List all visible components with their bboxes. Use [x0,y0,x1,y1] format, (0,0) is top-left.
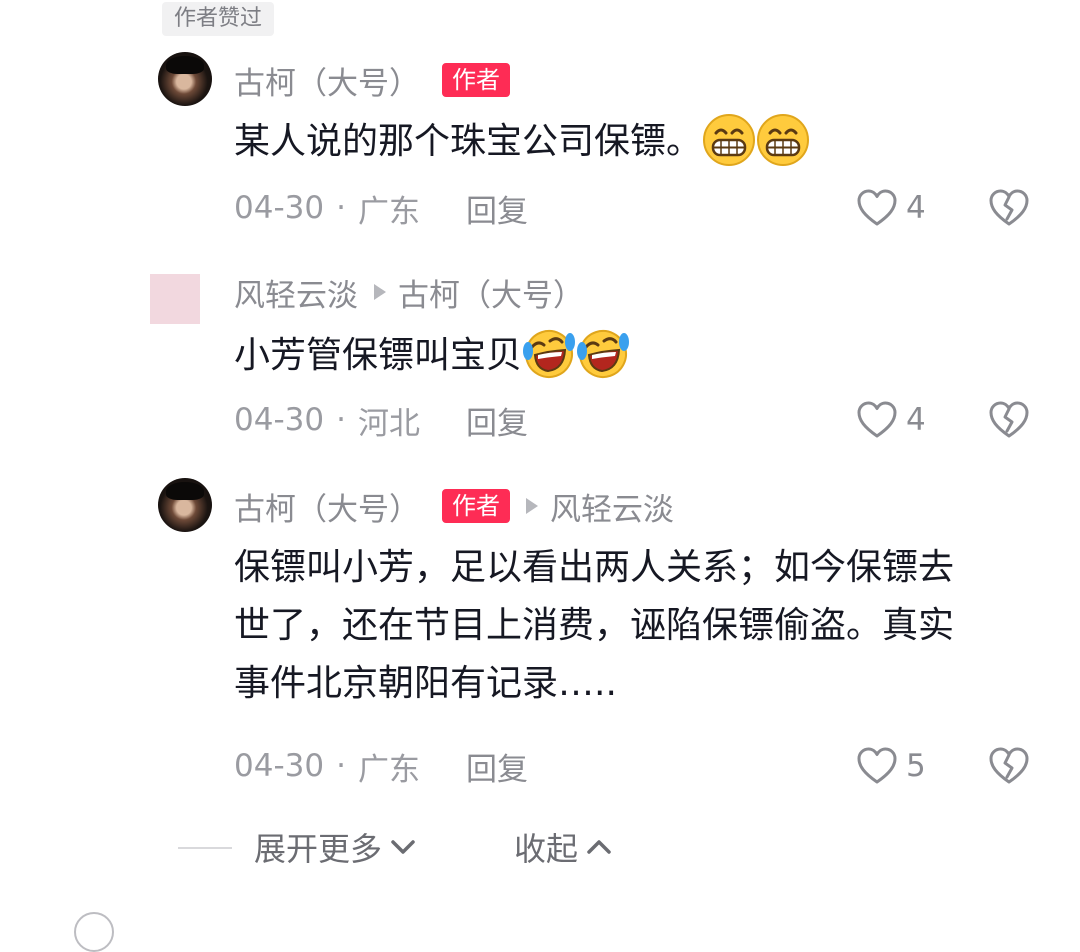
like-count: 4 [906,190,926,226]
avatar[interactable] [150,274,200,324]
comment-footer: 04-30 · 河北 回复 [234,398,528,442]
broken-heart-icon [989,189,1029,226]
author-badge: 作者 [442,63,510,97]
next-comment-avatar[interactable] [74,912,114,952]
laugh-cry-emoji-icon [523,330,576,378]
divider [178,847,232,849]
comment-text: 某人说的那个珠宝公司保镖。 [234,114,1024,170]
avatar[interactable] [158,478,212,532]
reply-button[interactable]: 回复 [466,398,528,443]
comment-footer: 04-30 · 广东 回复 [234,186,528,230]
separator: · [336,748,346,784]
collapse-label: 收起 [514,830,579,868]
broken-heart-icon [989,747,1029,784]
author-liked-tag: 作者赞过 [162,2,275,36]
like-count: 4 [906,402,926,438]
like-button[interactable]: 5 [856,744,926,788]
reply-button[interactable]: 回复 [466,186,528,231]
comment-header: 古柯（大号） 作者 [234,58,510,102]
like-count: 5 [906,748,926,784]
chevron-up-icon [587,840,611,854]
comment-line: 世了，还在节目上消费，诬陷保镖偷盗。真实 [234,605,955,646]
replies-control-row: 展开更多 收起 [0,822,1080,872]
comment-line: 事件北京朝阳有记录….. [234,663,617,704]
comment-text: 保镖叫小芳，足以看出两人关系；如今保镖去 世了，还在节目上消费，诬陷保镖偷盗。真… [234,540,1024,714]
comment-footer: 04-30 · 广东 回复 [234,744,528,788]
comment-body: 某人说的那个珠宝公司保镖。 [234,121,703,162]
heart-icon [857,401,897,438]
username[interactable]: 古柯（大号） [234,484,420,529]
dislike-button[interactable] [988,398,1030,442]
dislike-button[interactable] [988,744,1030,788]
username[interactable]: 风轻云淡 [234,270,358,315]
comment-location: 河北 [357,405,420,442]
avatar[interactable] [158,52,212,106]
heart-icon [857,747,897,784]
reply-button[interactable]: 回复 [466,744,528,789]
broken-heart-icon [989,401,1029,438]
separator: · [336,402,346,438]
reply-arrow-icon [526,498,538,514]
chevron-down-icon [391,840,415,854]
comment-text: 小芳管保镖叫宝贝 [234,328,1024,384]
expand-more-button[interactable]: 展开更多 [254,822,418,872]
comment-header: 古柯（大号） 作者 风轻云淡 [234,484,674,528]
reply-to-username[interactable]: 风轻云淡 [550,484,674,529]
username[interactable]: 古柯（大号） [234,58,420,103]
dislike-button[interactable] [988,186,1030,230]
expand-label: 展开更多 [254,830,383,868]
separator: · [336,190,346,226]
reply-arrow-icon [374,284,386,300]
comment-body: 小芳管保镖叫宝贝 [234,335,523,376]
comment-line: 保镖叫小芳，足以看出两人关系；如今保镖去 [234,547,955,588]
collapse-button[interactable]: 收起 [514,822,614,872]
comment-date: 04-30 [234,748,325,784]
author-badge: 作者 [442,489,510,523]
comment-date: 04-30 [234,402,325,438]
grin-emoji-icon [703,114,756,166]
like-button[interactable]: 4 [856,186,926,230]
like-button[interactable]: 4 [856,398,926,442]
comment-location: 广东 [357,193,420,230]
reply-to-username[interactable]: 古柯（大号） [398,270,584,315]
heart-icon [857,189,897,226]
grin-emoji-icon [757,114,810,166]
laugh-cry-emoji-icon [577,330,630,378]
comment-header: 风轻云淡 古柯（大号） [234,270,584,314]
comment-location: 广东 [357,751,420,788]
comment-date: 04-30 [234,190,325,226]
